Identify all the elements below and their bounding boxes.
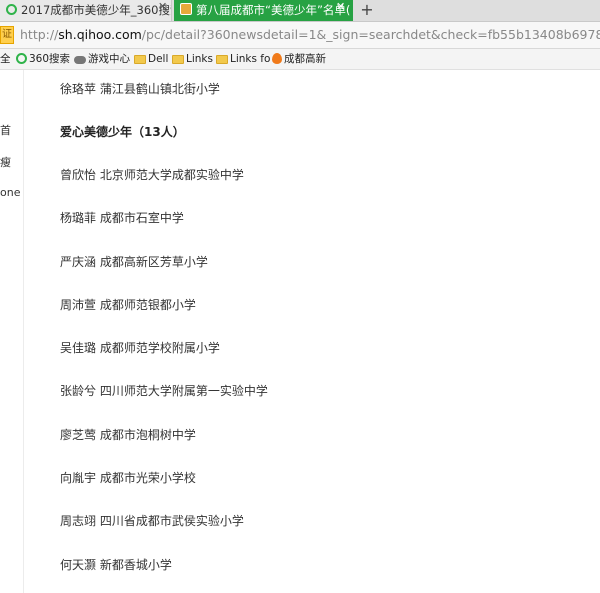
list-item: 周沛萱 成都师范银都小学	[60, 298, 196, 312]
sidebar-item[interactable]: 瘦	[0, 154, 11, 170]
tab-bar: 2017成都市美德少年_360搜索 ✕ 第八届成都市“美德少年”名单( ✕ +	[0, 0, 600, 22]
address-bar: 证 http://sh.qihoo.com/pc/detail?360newsd…	[0, 22, 600, 49]
list-item: 张龄兮 四川师范大学附属第一实验中学	[60, 384, 268, 398]
bookmark-item[interactable]: 全	[0, 49, 11, 69]
news-icon	[180, 3, 192, 15]
close-icon[interactable]: ✕	[336, 0, 345, 13]
bookmark-label: Dell	[148, 53, 169, 65]
360-ring-icon	[6, 4, 17, 15]
bookmark-label: 全	[0, 53, 11, 65]
bookmark-label: Links	[186, 53, 213, 65]
url-path: /pc/detail?360newsdetail=1&_sign=searchd…	[141, 27, 600, 42]
bookmark-label: 成都高新	[284, 53, 326, 65]
list-item: 向胤宇 成都市光荣小学校	[60, 471, 196, 485]
bookmark-360search[interactable]: 360搜索	[16, 49, 70, 69]
url-host: sh.qihoo.com	[58, 27, 142, 42]
list-item: 曾欣怡 北京师范大学成都实验中学	[60, 168, 244, 182]
list-item: 吴佳璐 成都师范学校附属小学	[60, 341, 220, 355]
list-item: 杨璐菲 成都市石室中学	[60, 211, 184, 225]
tab-news-active[interactable]: 第八届成都市“美德少年”名单(	[174, 0, 353, 21]
bookmark-folder-links[interactable]: Links	[172, 49, 213, 69]
list-item: 徐珞苹 蒲江县鹤山镇北街小学	[60, 82, 220, 96]
list-item: 周志翊 四川省成都市武侯实验小学	[60, 514, 244, 528]
bookmark-chengdu-gaoxin[interactable]: 成都高新	[272, 49, 326, 69]
360-ring-icon	[16, 53, 27, 64]
tab-title: 2017成都市美德少年_360搜索	[21, 3, 172, 17]
sidebar-item[interactable]: 首	[0, 122, 11, 138]
new-tab-button[interactable]: +	[359, 0, 375, 21]
bookmark-folder-links-fo[interactable]: Links fo	[216, 49, 270, 69]
sidebar-divider	[23, 70, 24, 593]
url-input[interactable]: http://sh.qihoo.com/pc/detail?360newsdet…	[20, 26, 600, 44]
section-heading: 爱心美德少年（13人）	[60, 125, 185, 139]
sidebar-item[interactable]: one	[0, 186, 20, 199]
bookmark-label: Links fo	[230, 53, 271, 65]
bookmark-label: 360搜索	[29, 53, 71, 65]
cert-badge[interactable]: 证	[0, 26, 14, 44]
flame-icon	[272, 53, 282, 64]
list-item: 何天灏 新都香城小学	[60, 558, 172, 572]
folder-icon	[172, 55, 184, 64]
gamepad-icon	[74, 56, 86, 64]
list-item: 严庆涵 成都高新区芳草小学	[60, 255, 208, 269]
bookmarks-bar: 全 360搜索 游戏中心 Dell Links Links fo 成都高新	[0, 49, 600, 70]
folder-icon	[216, 55, 228, 64]
url-scheme: http://	[20, 27, 59, 42]
folder-icon	[134, 55, 146, 64]
close-icon[interactable]: ✕	[158, 0, 167, 13]
bookmark-game-center[interactable]: 游戏中心	[74, 49, 130, 69]
tab-title: 第八届成都市“美德少年”名单(	[196, 3, 351, 17]
bookmark-folder-dell[interactable]: Dell	[134, 49, 168, 69]
list-item: 廖芝莺 成都市泡桐树中学	[60, 428, 196, 442]
bookmark-label: 游戏中心	[88, 53, 130, 65]
tab-search[interactable]: 2017成都市美德少年_360搜索	[0, 0, 172, 21]
